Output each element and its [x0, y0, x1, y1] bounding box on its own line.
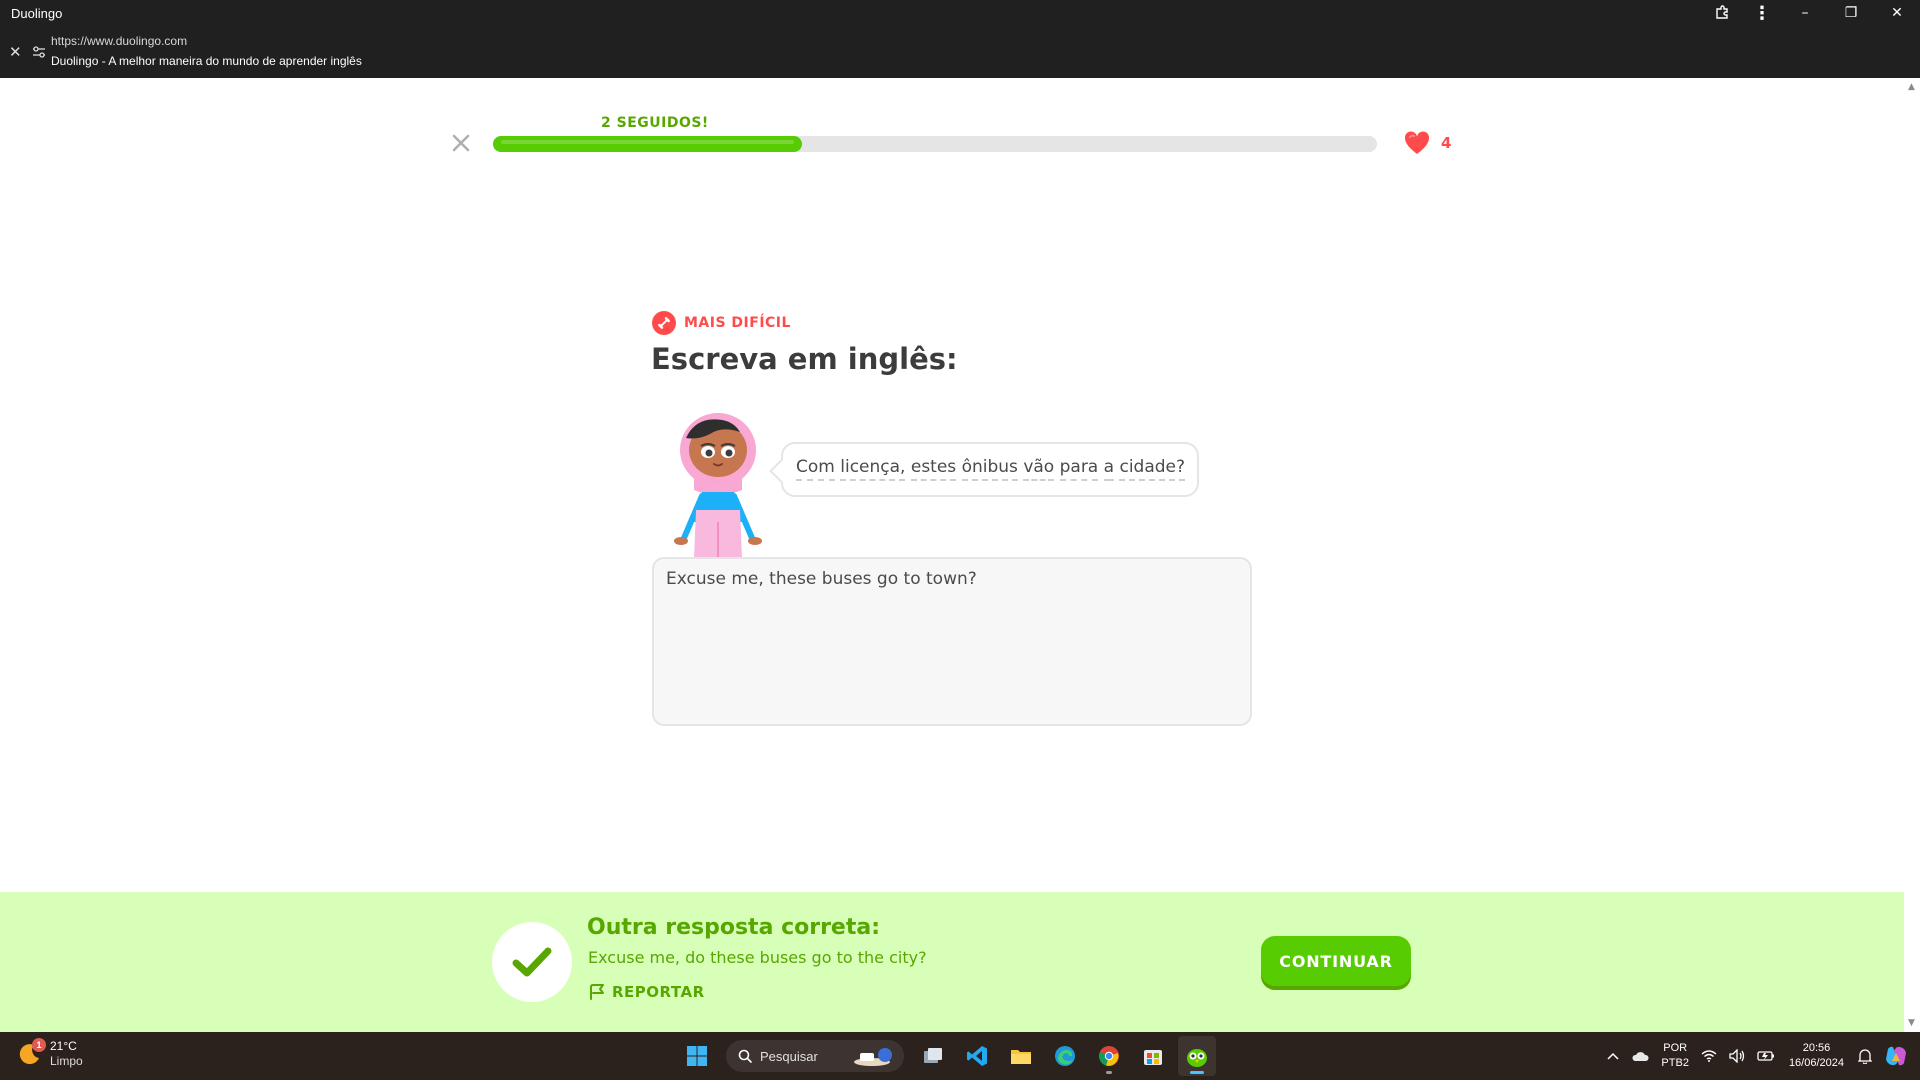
search-placeholder: Pesquisar [760, 1048, 818, 1064]
duolingo-app-icon[interactable] [1178, 1036, 1216, 1076]
report-button[interactable]: REPORTAR [588, 983, 705, 1001]
prompt-word[interactable]: ônibus [961, 457, 1018, 481]
volume-icon[interactable] [1723, 1032, 1751, 1080]
window-controls: ⋮ – ❐ ✕ [1702, 0, 1920, 26]
prompt-word[interactable]: cidade? [1119, 457, 1186, 481]
scroll-up-icon[interactable]: ▲ [1908, 82, 1915, 92]
app-title: Duolingo [11, 6, 63, 21]
heart-icon [1404, 131, 1430, 154]
task-view-icon[interactable] [914, 1036, 952, 1076]
lesson-page: 2 SEGUIDOS! 4 MAIS DIFÍCIL Escreva em in… [0, 78, 1904, 1032]
language-indicator[interactable]: POR PTB2 [1655, 1032, 1695, 1080]
close-icon[interactable]: ✕ [9, 43, 22, 61]
progress-bar [493, 136, 1377, 152]
prompt-word[interactable]: Com [796, 457, 835, 481]
checkmark-icon [512, 947, 552, 977]
microsoft-store-icon[interactable] [1134, 1036, 1172, 1076]
close-icon [452, 134, 470, 152]
language-code: POR [1663, 1042, 1688, 1054]
weather-desc: Limpo [50, 1054, 83, 1068]
prompt-word[interactable]: licença, [840, 457, 906, 481]
challenge-title: Escreva em inglês: [651, 342, 958, 376]
edge-icon[interactable] [1046, 1036, 1084, 1076]
character-illustration [674, 413, 762, 558]
chevron-up-icon[interactable] [1601, 1032, 1625, 1080]
url-text[interactable]: https://www.duolingo.com [51, 34, 187, 48]
feedback-title: Outra resposta correta: [587, 915, 881, 940]
weather-alert-badge: 1 [32, 1038, 46, 1052]
dumbbell-icon [652, 311, 676, 335]
restore-button[interactable]: ❐ [1828, 0, 1874, 26]
difficulty-badge: MAIS DIFÍCIL [652, 311, 791, 335]
page-scrollbar[interactable]: ▲ ▼ [1904, 78, 1920, 1032]
vscode-icon[interactable] [958, 1036, 996, 1076]
report-label: REPORTAR [612, 983, 705, 1001]
weather-widget[interactable]: 1 21°C Limpo [18, 1038, 83, 1069]
answer-input[interactable]: Excuse me, these buses go to town? [652, 557, 1252, 726]
prompt-word[interactable]: para [1059, 457, 1099, 481]
more-options-icon[interactable]: ⋮ [1742, 0, 1782, 26]
quit-lesson-button[interactable] [448, 130, 474, 156]
weather-temp: 21°C [50, 1039, 77, 1053]
wifi-icon[interactable] [1695, 1032, 1723, 1080]
prompt-word[interactable]: a [1103, 457, 1115, 481]
hearts-counter[interactable]: 4 [1403, 130, 1451, 156]
prompt-word[interactable]: estes [910, 457, 957, 481]
check-badge [492, 922, 572, 1002]
taskbar-apps: Pesquisar [678, 1036, 1216, 1076]
clock[interactable]: 20:56 16/06/2024 [1781, 1032, 1852, 1080]
url-row: ✕ https://www.duolingo.com Duolingo - A … [0, 30, 800, 74]
search-highlight-icon [854, 1048, 892, 1066]
system-tray: POR PTB2 20:56 16/06/2024 [1601, 1032, 1920, 1080]
moon-icon: 1 [18, 1038, 46, 1066]
taskbar-search[interactable]: Pesquisar [726, 1040, 904, 1072]
scroll-down-icon[interactable]: ▼ [1908, 1018, 1915, 1028]
notification-bell-icon[interactable] [1852, 1032, 1878, 1080]
search-icon [738, 1049, 752, 1063]
taskbar: 1 21°C Limpo Pesquisar POR PTB2 20:56 16… [0, 1032, 1920, 1080]
alternate-answer: Excuse me, do these buses go to the city… [588, 948, 927, 967]
close-window-button[interactable]: ✕ [1874, 0, 1920, 26]
site-settings-icon[interactable] [32, 45, 46, 59]
clock-date: 16/06/2024 [1788, 1057, 1844, 1069]
speech-bubble: Com licença, estes ônibus vão para a cid… [781, 442, 1199, 497]
streak-label: 2 SEGUIDOS! [601, 115, 709, 131]
file-explorer-icon[interactable] [1002, 1036, 1040, 1076]
keyboard-layout: PTB2 [1661, 1057, 1689, 1069]
prompt-word[interactable]: vão [1023, 457, 1055, 481]
progress-fill [493, 136, 803, 152]
clock-time: 20:56 [1802, 1042, 1831, 1054]
minimize-button[interactable]: – [1782, 0, 1828, 26]
copilot-icon[interactable] [1878, 1032, 1920, 1080]
battery-icon[interactable] [1751, 1032, 1781, 1080]
browser-titlebar: Duolingo ⋮ – ❐ ✕ ✕ https://www.duolingo.… [0, 0, 1920, 78]
onedrive-icon[interactable] [1625, 1032, 1655, 1080]
hearts-count: 4 [1441, 134, 1452, 152]
page-title: Duolingo - A melhor maneira do mundo de … [51, 54, 362, 68]
continue-button[interactable]: CONTINUAR [1261, 936, 1411, 986]
prompt-sentence[interactable]: Com licença, estes ônibus vão para a cid… [796, 457, 1186, 481]
flag-icon [590, 984, 604, 1000]
difficulty-label: MAIS DIFÍCIL [684, 315, 791, 331]
windows-start-icon[interactable] [678, 1036, 716, 1076]
chrome-icon[interactable] [1090, 1036, 1128, 1076]
feedback-panel: Outra resposta correta: Excuse me, do th… [0, 892, 1904, 1032]
extensions-icon[interactable] [1702, 0, 1742, 26]
